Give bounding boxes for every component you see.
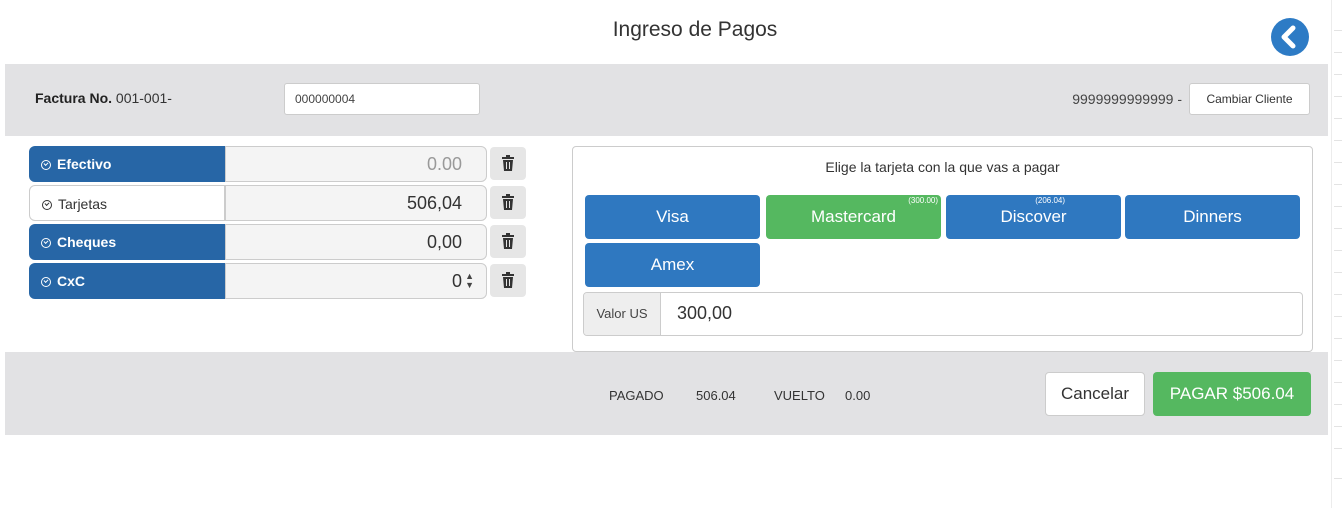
- client-id: 9999999999999 -: [1072, 91, 1182, 107]
- payment-method-cheques[interactable]: Cheques: [29, 224, 225, 260]
- card-label: Dinners: [1183, 207, 1242, 226]
- delete-efectivo-button[interactable]: [490, 147, 526, 180]
- invoice-label: Factura No.: [35, 90, 113, 106]
- invoice-prefix: 001-001-: [115, 90, 172, 106]
- cxc-amount-input[interactable]: 0 ▲ ▼: [225, 263, 487, 299]
- trash-icon: [502, 272, 514, 288]
- payment-method-cxc[interactable]: CxC: [29, 263, 225, 299]
- payment-method-label: Efectivo: [57, 156, 112, 172]
- card-label: Discover: [1000, 207, 1067, 226]
- invoice-number-label: Factura No. 001-001-: [35, 90, 172, 106]
- card-mastercard-button[interactable]: Mastercard (300.00): [766, 195, 941, 239]
- amount-value: 0.00: [426, 154, 462, 174]
- cheques-amount-input[interactable]: 0,00: [225, 224, 487, 260]
- invoice-number-input[interactable]: 000000004: [284, 83, 480, 115]
- chevron-left-circle-icon: [1281, 25, 1296, 49]
- paid-value: 506.04: [696, 388, 736, 403]
- delete-cxc-button[interactable]: [490, 264, 526, 297]
- card-amount-badge: (206.04): [1035, 196, 1065, 205]
- page-title: Ingreso de Pagos: [612, 18, 778, 41]
- payment-method-label: CxC: [57, 273, 86, 289]
- card-label: Mastercard: [810, 207, 897, 226]
- card-label: Amex: [650, 255, 695, 274]
- payment-method-tarjetas[interactable]: Tarjetas: [29, 185, 225, 221]
- change-label: VUELTO: [774, 388, 825, 403]
- check-circle-icon: [42, 200, 52, 210]
- efectivo-amount-input[interactable]: 0.00: [225, 146, 487, 182]
- delete-cheques-button[interactable]: [490, 225, 526, 258]
- amount-value: 0: [451, 271, 462, 291]
- amount-value: 506,04: [406, 193, 462, 213]
- tarjetas-amount-input[interactable]: 506,04: [225, 185, 487, 221]
- card-amex-button[interactable]: Amex: [585, 243, 760, 287]
- card-discover-button[interactable]: Discover (206.04): [946, 195, 1121, 239]
- card-value-input[interactable]: 300,00: [677, 303, 732, 324]
- check-circle-icon: [41, 277, 51, 287]
- pay-button[interactable]: PAGAR $506.04: [1153, 372, 1311, 416]
- trash-icon: [502, 233, 514, 249]
- card-prompt: Elige la tarjeta con la que vas a pagar: [825, 159, 1060, 175]
- payment-method-efectivo[interactable]: Efectivo: [29, 146, 225, 182]
- card-visa-button[interactable]: Visa: [585, 195, 760, 239]
- card-value-label: Valor US: [584, 293, 661, 335]
- check-circle-icon: [41, 238, 51, 248]
- payment-method-label: Tarjetas: [58, 196, 108, 212]
- payment-method-label: Cheques: [57, 234, 117, 250]
- back-button[interactable]: [1271, 18, 1309, 56]
- delete-tarjetas-button[interactable]: [490, 186, 526, 219]
- paid-label: PAGADO: [609, 388, 664, 403]
- check-circle-icon: [41, 160, 51, 170]
- card-amount-badge: (300.00): [908, 196, 938, 205]
- card-label: Visa: [656, 207, 689, 226]
- amount-value: 0,00: [426, 232, 462, 252]
- number-spinner-icon[interactable]: ▲ ▼: [465, 272, 474, 290]
- right-edge-ruler: [1331, 0, 1343, 508]
- change-client-button[interactable]: Cambiar Cliente: [1189, 83, 1310, 115]
- cancel-button[interactable]: Cancelar: [1045, 372, 1145, 416]
- card-dinners-button[interactable]: Dinners: [1125, 195, 1300, 239]
- change-value: 0.00: [845, 388, 871, 403]
- trash-icon: [502, 155, 514, 171]
- trash-icon: [502, 194, 514, 210]
